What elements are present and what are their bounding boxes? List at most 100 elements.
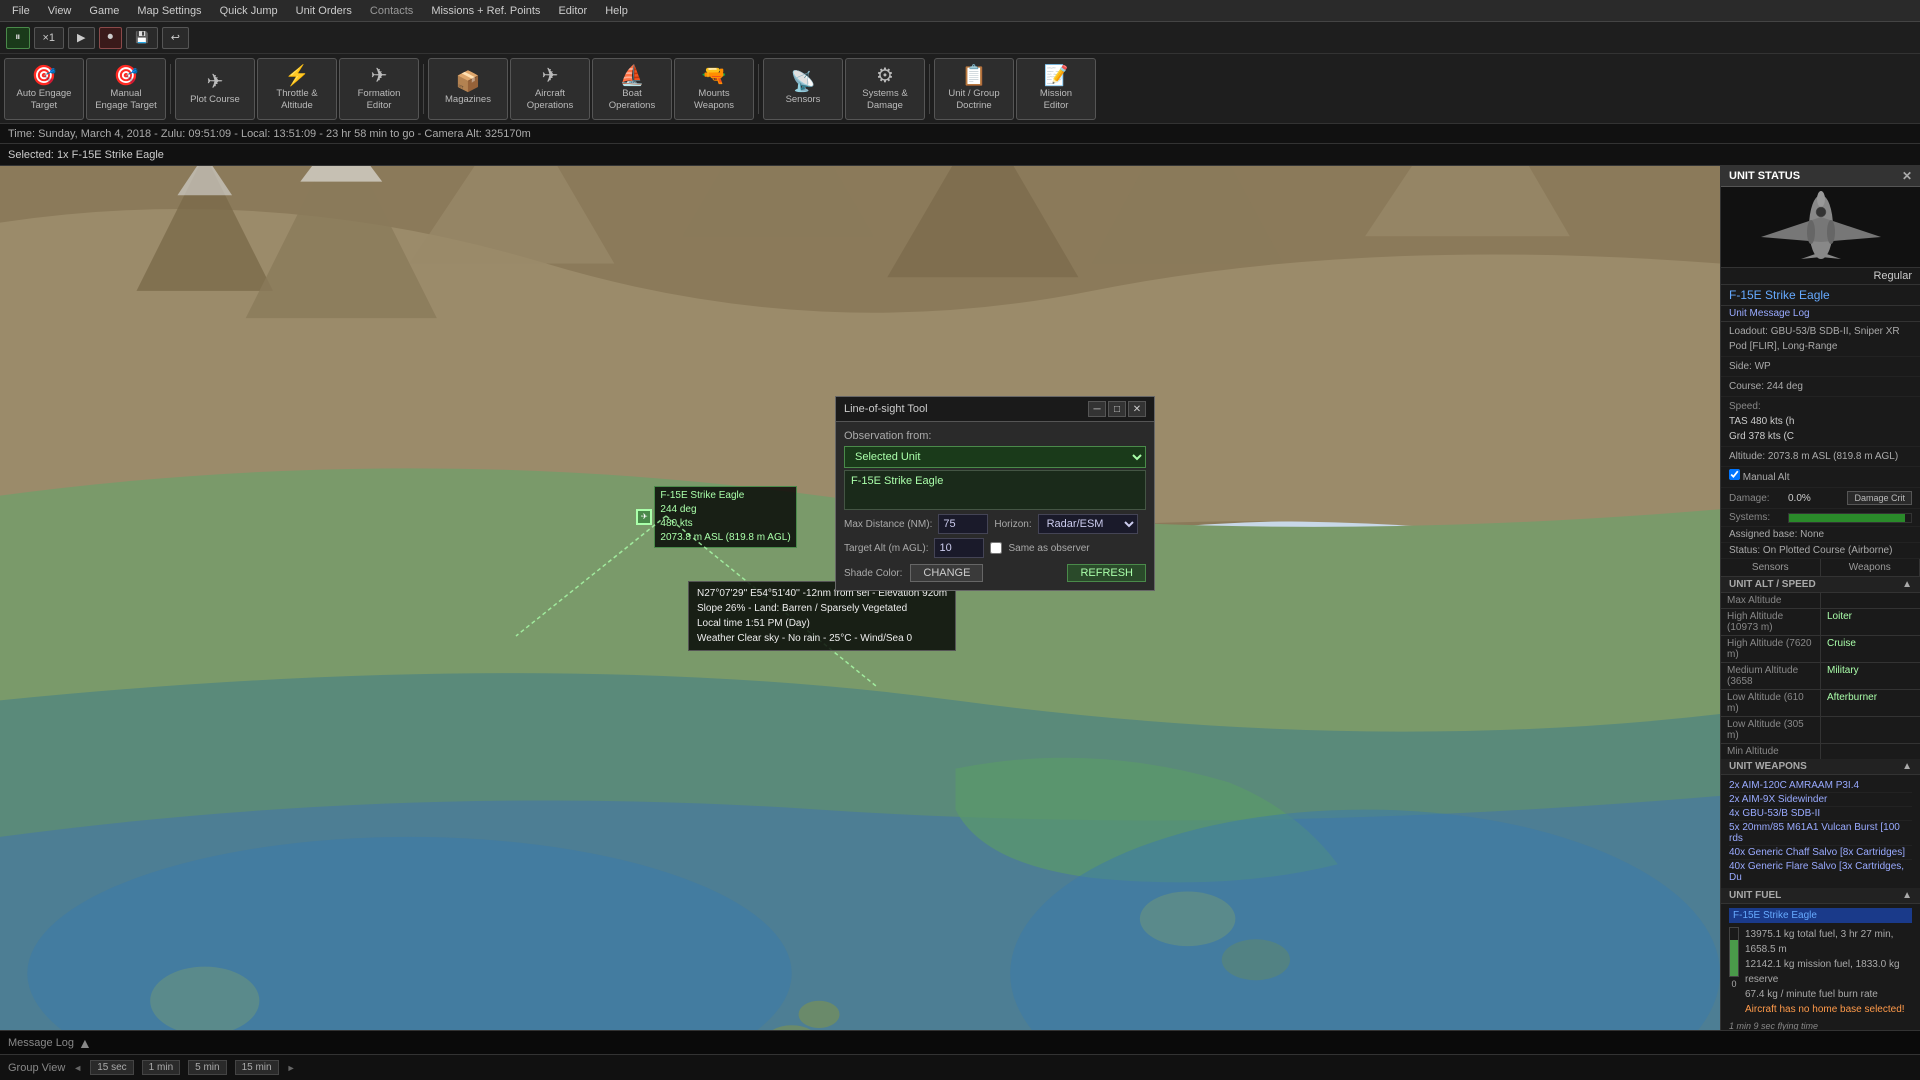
fuel-info: 13975.1 kg total fuel, 3 hr 27 min, 1658… [1745, 927, 1912, 1017]
aircraft-ops-btn[interactable]: ✈ AircraftOperations [510, 58, 590, 120]
menu-quickjump[interactable]: Quick Jump [212, 3, 286, 19]
alt-med-value: Military [1821, 663, 1920, 689]
unit-icon: ✈ [636, 509, 652, 525]
unit-name-link[interactable]: F-15E Strike Eagle [1721, 285, 1920, 306]
menu-mapsettings[interactable]: Map Settings [129, 3, 209, 19]
alt-med-label: Medium Altitude (3658 [1721, 663, 1820, 689]
rewind-button[interactable]: ↩ [162, 27, 189, 49]
unit-status-status: Status: On Plotted Course (Airborne) [1721, 543, 1920, 559]
map-container[interactable]: ✈ F-15E Strike Eagle 244 deg 480 kts 207… [0, 166, 1720, 1030]
coord-line4: Weather Clear sky - No rain - 25°C - Win… [697, 631, 947, 646]
panel-close-btn[interactable]: ✕ [1902, 169, 1912, 183]
sep-right: ► [287, 1063, 296, 1073]
unit-speed-label: 480 kts [660, 517, 790, 531]
boat-ops-btn[interactable]: ⛵ BoatOperations [592, 58, 672, 120]
unit-marker[interactable]: ✈ F-15E Strike Eagle 244 deg 480 kts 207… [636, 486, 796, 548]
fuel-bar-fill [1730, 940, 1738, 976]
manual-engage-icon: 🎯 [114, 66, 139, 86]
systems-label: Systems: [1729, 512, 1784, 523]
time-step-1m[interactable]: 1 min [142, 1060, 180, 1075]
menu-contacts[interactable]: Contacts [362, 3, 421, 19]
los-targetalt-input[interactable] [934, 538, 984, 558]
unit-quality: Regular [1721, 268, 1920, 285]
los-close-btn[interactable]: ✕ [1128, 401, 1146, 417]
mounts-weapons-btn[interactable]: 🔫 MountsWeapons [674, 58, 754, 120]
time-step-15s[interactable]: 15 sec [90, 1060, 133, 1075]
play-button[interactable]: ▶ [68, 27, 94, 49]
systems-row: Systems: [1721, 509, 1920, 527]
alt-max-label: Max Altitude [1721, 593, 1820, 608]
boat-ops-label: BoatOperations [609, 88, 655, 111]
aircraft-ops-label: AircraftOperations [527, 88, 573, 111]
menu-editor[interactable]: Editor [550, 3, 595, 19]
time-step-15m[interactable]: 15 min [235, 1060, 279, 1075]
auto-engage-btn[interactable]: 🎯 Auto EngageTarget [4, 58, 84, 120]
weapon-6: 40x Generic Flare Salvo [3x Cartridges, … [1729, 860, 1912, 884]
manual-engage-label: ManualEngage Target [95, 88, 157, 111]
alt-min-value [1821, 744, 1920, 759]
weapon-2: 2x AIM-9X Sidewinder [1729, 793, 1912, 807]
fuel-expand[interactable]: ▲ [1902, 890, 1912, 901]
bottom-bar: Group View ◄ 15 sec 1 min 5 min 15 min ► [0, 1054, 1920, 1080]
los-change-btn[interactable]: CHANGE [910, 564, 983, 582]
los-maximize-btn[interactable]: □ [1108, 401, 1126, 417]
formation-icon: ✈ [371, 66, 388, 86]
fuel-section: F-15E Strike Eagle 0 13975.1 kg total fu… [1721, 904, 1920, 1030]
magazines-btn[interactable]: 📦 Magazines [428, 58, 508, 120]
time-step-5m[interactable]: 5 min [188, 1060, 226, 1075]
unit-group-doctrine-btn[interactable]: 📋 Unit / GroupDoctrine [934, 58, 1014, 120]
throttle-btn[interactable]: ⚡ Throttle &Altitude [257, 58, 337, 120]
los-horizon-select[interactable]: Radar/ESM [1038, 514, 1138, 534]
manual-engage-btn[interactable]: 🎯 ManualEngage Target [86, 58, 166, 120]
save-button[interactable]: 💾 [126, 27, 158, 49]
los-shade-row: Shade Color: CHANGE REFRESH [844, 564, 1146, 582]
pause-button[interactable]: ⏸ [6, 27, 30, 49]
tab-sensors[interactable]: Sensors [1721, 559, 1821, 576]
los-tool-title: Line-of-sight Tool [844, 403, 928, 415]
alt-speed-expand[interactable]: ▲ [1902, 579, 1912, 590]
msg-log-expand-icon[interactable]: ▲ [78, 1035, 92, 1051]
unit-tabs: Sensors Weapons [1721, 559, 1920, 577]
damage-crit-btn[interactable]: Damage Crit [1847, 491, 1912, 505]
mission-editor-icon: 📝 [1044, 66, 1069, 86]
los-tool-dialog: Line-of-sight Tool ─ □ ✕ Observation fro… [835, 396, 1155, 591]
los-maxdist-input[interactable] [938, 514, 988, 534]
menu-view[interactable]: View [40, 3, 80, 19]
auto-engage-label: Auto EngageTarget [17, 88, 72, 111]
manual-alt-checkbox[interactable] [1729, 469, 1740, 480]
menu-help[interactable]: Help [597, 3, 636, 19]
throttle-label: Throttle &Altitude [276, 88, 317, 111]
sensors-btn[interactable]: 📡 Sensors [763, 58, 843, 120]
los-observation-select[interactable]: Selected Unit [844, 446, 1146, 468]
formation-btn[interactable]: ✈ FormationEditor [339, 58, 419, 120]
msg-log-bar: Message Log ▲ [0, 1030, 1920, 1054]
menu-missions[interactable]: Missions + Ref. Points [423, 3, 548, 19]
weapon-3: 4x GBU-53/B SDB-II [1729, 807, 1912, 821]
f15e-image [1741, 187, 1901, 267]
los-minimize-btn[interactable]: ─ [1088, 401, 1106, 417]
los-tool-titlebar[interactable]: Line-of-sight Tool ─ □ ✕ [836, 397, 1154, 422]
alt-high1-label: High Altitude (10973 m) [1721, 609, 1820, 635]
los-sameobserver-checkbox[interactable] [990, 542, 1002, 554]
weapon-5: 40x Generic Chaff Salvo [8x Cartridges] [1729, 846, 1912, 860]
plot-course-btn[interactable]: ✈ Plot Course [175, 58, 255, 120]
unit-msg-log-link[interactable]: Unit Message Log [1721, 306, 1920, 322]
menu-game[interactable]: Game [81, 3, 127, 19]
tab-weapons[interactable]: Weapons [1821, 559, 1920, 576]
magazines-label: Magazines [445, 94, 491, 105]
menu-file[interactable]: File [4, 3, 38, 19]
weapon-4: 5x 20mm/85 M61A1 Vulcan Burst [100 rds [1729, 821, 1912, 846]
menu-unitorders[interactable]: Unit Orders [288, 3, 360, 19]
los-horizon-label: Horizon: [994, 519, 1031, 530]
weapons-header: UNIT WEAPONS ▲ [1721, 759, 1920, 775]
record-button[interactable]: ⏺ [99, 27, 123, 49]
weapons-expand[interactable]: ▲ [1902, 761, 1912, 772]
speed-indicator[interactable]: ×1 [34, 27, 65, 49]
mission-editor-btn[interactable]: 📝 MissionEditor [1016, 58, 1096, 120]
status-bar: Time: Sunday, March 4, 2018 - Zulu: 09:5… [0, 124, 1920, 144]
systems-damage-btn[interactable]: ⚙ Systems &Damage [845, 58, 925, 120]
unit-heading-label: 244 deg [660, 503, 790, 517]
status-text: Time: Sunday, March 4, 2018 - Zulu: 09:5… [8, 128, 531, 140]
unit-label: F-15E Strike Eagle 244 deg 480 kts 2073.… [654, 486, 796, 548]
los-refresh-btn[interactable]: REFRESH [1067, 564, 1146, 582]
